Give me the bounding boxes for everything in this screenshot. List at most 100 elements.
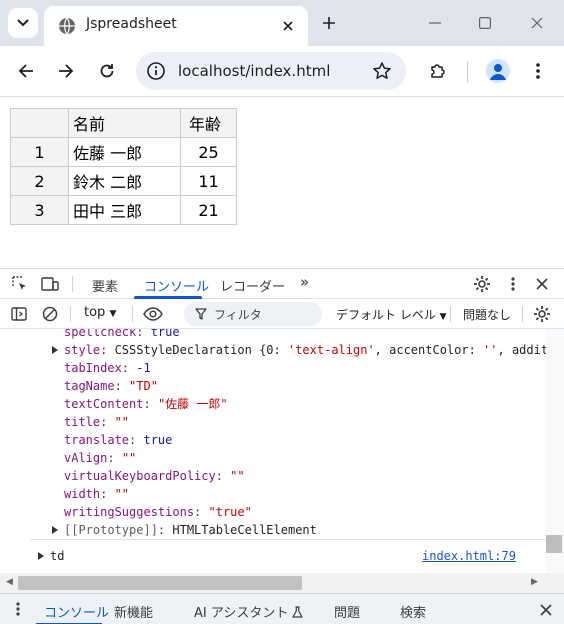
- table-cell[interactable]: 佐藤 一郎: [68, 137, 181, 167]
- drawer-tab-ai-assistant[interactable]: AI アシスタント: [194, 602, 304, 621]
- source-link[interactable]: index.html:79: [422, 549, 516, 563]
- expand-arrow-icon[interactable]: [38, 552, 44, 560]
- separator: [72, 276, 73, 292]
- row-number[interactable]: 3: [10, 195, 69, 225]
- log-levels-select[interactable]: デフォルト レベル ▼: [336, 306, 447, 323]
- maximize-icon: [479, 17, 491, 29]
- drawer-menu-button[interactable]: [8, 599, 28, 619]
- row-number[interactable]: 1: [10, 137, 69, 167]
- tab-title: Jspreadsheet: [86, 16, 177, 32]
- filter-icon: [195, 308, 207, 320]
- minimize-button[interactable]: [422, 10, 448, 36]
- clear-console-button[interactable]: [40, 304, 60, 324]
- extensions-button[interactable]: [426, 59, 450, 83]
- drawer-tab-ai-label: AI アシスタント: [194, 606, 289, 621]
- device-toolbar-button[interactable]: [40, 274, 60, 294]
- more-tabs-button[interactable]: »: [300, 273, 309, 291]
- column-header[interactable]: 年齢: [180, 108, 237, 138]
- row-number[interactable]: 2: [10, 166, 69, 196]
- globe-icon: [59, 17, 75, 35]
- devtools-panel: 要素 コンソール レコーダー » top ▼ フィルタ デフォルト レベル ▼ …: [0, 268, 564, 624]
- eye-icon: [143, 307, 163, 321]
- corner-cell[interactable]: [10, 108, 69, 138]
- profile-avatar[interactable]: [486, 59, 510, 83]
- drawer-tab-search[interactable]: 検索: [400, 602, 426, 621]
- close-tab-button[interactable]: [278, 16, 298, 36]
- maximize-button[interactable]: [472, 10, 498, 36]
- tab-recorder[interactable]: レコーダー: [220, 276, 285, 295]
- header-row: 名前 年齢: [10, 108, 237, 138]
- issues-counter[interactable]: 問題なし: [463, 306, 511, 323]
- scroll-left-arrow-icon[interactable]: ◀: [6, 577, 13, 587]
- browser-tab[interactable]: Jspreadsheet: [44, 6, 308, 46]
- devtools-menu-button[interactable]: [503, 274, 523, 294]
- expand-arrow-icon[interactable]: [52, 526, 58, 534]
- close-icon: [283, 21, 293, 31]
- block-icon: [42, 306, 58, 322]
- dropdown-arrow-icon: ▼: [109, 309, 117, 319]
- tab-strip: Jspreadsheet: [0, 0, 564, 46]
- back-button[interactable]: [14, 59, 38, 83]
- close-icon: [531, 17, 543, 29]
- address-bar[interactable]: localhost/index.html: [136, 52, 406, 90]
- console-property-expandable[interactable]: style: CSSStyleDeclaration {0: 'text-ali…: [52, 341, 546, 359]
- close-icon: [536, 278, 548, 290]
- separator: [450, 306, 451, 322]
- chrome-divider: [0, 96, 564, 97]
- live-expression-button[interactable]: [143, 304, 163, 324]
- console-prototype[interactable]: [[Prototype]]: HTMLTableCellElement: [52, 521, 317, 539]
- table-cell[interactable]: 鈴木 二郎: [68, 166, 181, 196]
- context-select[interactable]: top ▼: [84, 305, 116, 320]
- tab-elements[interactable]: 要素: [92, 276, 118, 295]
- filter-input[interactable]: フィルタ: [184, 302, 322, 326]
- separator: [70, 306, 71, 322]
- sidebar-toggle-button[interactable]: [9, 304, 29, 324]
- horizontal-scroll-thumb[interactable]: [18, 576, 302, 590]
- more-vert-icon: [536, 63, 540, 79]
- new-tab-button[interactable]: [318, 12, 340, 34]
- table-cell[interactable]: 25: [180, 137, 237, 167]
- console-property: vAlign: "": [64, 451, 137, 465]
- forward-button[interactable]: [54, 59, 78, 83]
- expand-arrow-icon[interactable]: [52, 346, 58, 354]
- reload-button[interactable]: [95, 59, 119, 83]
- dropdown-arrow-icon: ▼: [439, 312, 447, 322]
- console-output: spellcheck: true style: CSSStyleDeclarat…: [0, 329, 546, 581]
- drawer-tab-console[interactable]: コンソール: [44, 602, 109, 621]
- table-cell[interactable]: 11: [180, 166, 237, 196]
- separator: [132, 306, 133, 322]
- console-property: width: "": [64, 487, 130, 501]
- column-header[interactable]: 名前: [68, 108, 181, 138]
- close-icon: [540, 604, 552, 616]
- bookmark-star-icon[interactable]: [372, 61, 392, 81]
- tab-search-button[interactable]: [8, 8, 38, 38]
- arrow-left-icon: [18, 64, 33, 78]
- settings-button[interactable]: [472, 274, 492, 294]
- close-drawer-button[interactable]: [536, 600, 556, 620]
- table-cell[interactable]: 21: [180, 195, 237, 225]
- sidebar-icon: [11, 307, 27, 321]
- tab-console[interactable]: コンソール: [144, 276, 209, 295]
- table-cell[interactable]: 田中 三郎: [68, 195, 181, 225]
- close-devtools-button[interactable]: [532, 274, 552, 294]
- scroll-right-arrow-icon[interactable]: ▶: [531, 577, 538, 587]
- inspect-element-button[interactable]: [10, 274, 30, 294]
- vertical-scroll-thumb[interactable]: [546, 535, 562, 553]
- console-settings-button[interactable]: [532, 304, 552, 324]
- arrow-right-icon: [59, 64, 74, 78]
- close-window-button[interactable]: [524, 10, 550, 36]
- console-property: spellcheck: true: [64, 329, 180, 339]
- drawer-tab-whats-new[interactable]: 新機能: [114, 602, 153, 621]
- drawer-tab-issues[interactable]: 問題: [334, 602, 360, 621]
- menu-button[interactable]: [526, 59, 550, 83]
- console-log-entry[interactable]: td: [38, 547, 64, 565]
- console-property: tabIndex: -1: [64, 361, 151, 375]
- site-info-icon[interactable]: [146, 61, 166, 81]
- more-vert-icon: [16, 602, 20, 616]
- devtools-tabbar: 要素 コンソール レコーダー »: [0, 269, 564, 299]
- console-property: tagName: "TD": [64, 379, 158, 393]
- device-icon: [41, 277, 59, 291]
- separator: [522, 306, 523, 322]
- console-property: textContent: "佐藤 一郎": [64, 397, 228, 411]
- url-text[interactable]: localhost/index.html: [178, 62, 330, 80]
